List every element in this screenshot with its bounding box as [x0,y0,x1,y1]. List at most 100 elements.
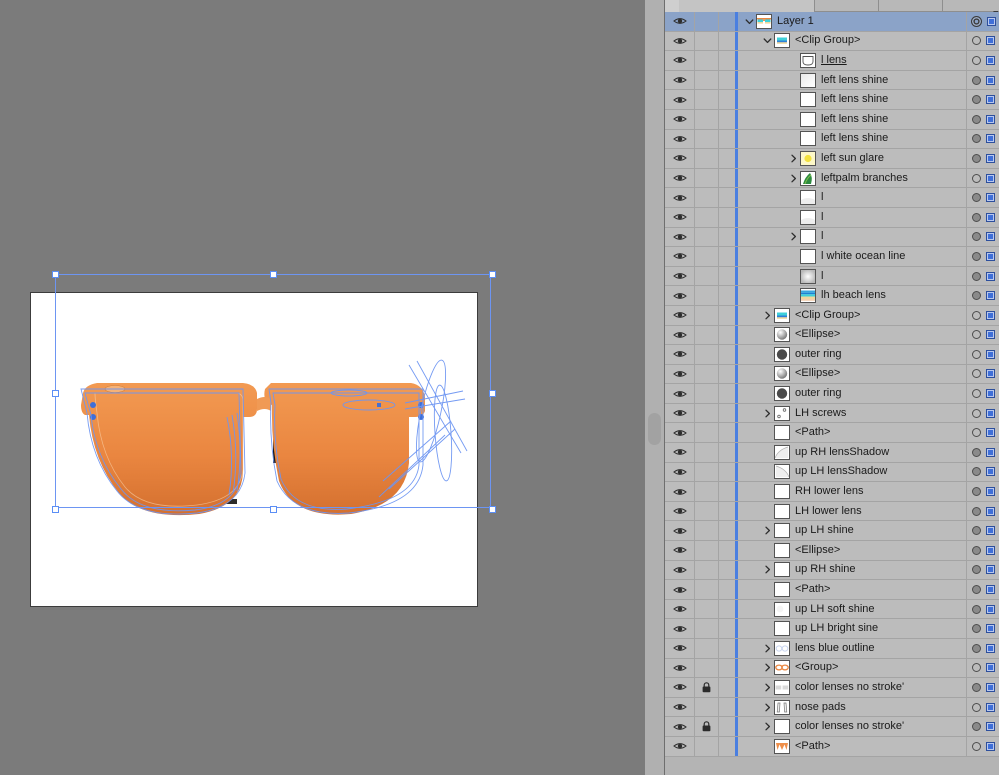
chevron-right-icon[interactable] [760,311,774,320]
layer-row[interactable]: left lens shine [665,109,999,130]
layer-name[interactable]: left lens shine [821,74,888,86]
target-indicator[interactable] [972,702,981,712]
layer-name[interactable]: l lens [821,54,847,66]
layer-row-content[interactable]: <Group> [719,658,966,678]
target-indicator[interactable] [972,643,981,653]
layer-row-indicators[interactable] [966,443,999,462]
selection-square-icon[interactable] [986,55,995,65]
visibility-toggle[interactable] [665,521,695,541]
layer-row-indicators[interactable] [966,599,999,619]
layer-name[interactable]: l [821,270,823,282]
layer-row[interactable]: outer ring [665,345,999,365]
selection-square-icon[interactable] [986,506,995,516]
lock-toggle[interactable] [695,325,719,345]
layer-row[interactable]: l [665,227,999,248]
target-indicator[interactable] [972,604,981,614]
visibility-toggle[interactable] [665,31,695,51]
selection-square-icon[interactable] [986,447,995,457]
layer-name[interactable]: <Path> [795,740,830,752]
tab-secondary-1[interactable] [815,0,879,12]
target-indicator[interactable] [972,75,981,85]
selection-square-icon[interactable] [986,487,995,497]
selection-square-icon[interactable] [986,624,995,634]
visibility-toggle[interactable] [665,364,695,384]
selection-square-icon[interactable] [986,212,995,222]
selection-square-icon[interactable] [986,389,995,399]
lock-toggle[interactable] [695,247,719,266]
target-indicator[interactable] [972,251,981,261]
selection-square-icon[interactable] [986,702,995,712]
selection-handle-top-right[interactable] [489,271,496,278]
layer-row-content[interactable]: up LH lensShadow [719,462,966,482]
lock-toggle[interactable] [695,51,719,70]
layer-thumbnail[interactable] [774,366,790,382]
layer-row-indicators[interactable] [966,541,999,560]
layer-row-indicators[interactable] [966,109,999,129]
layer-name[interactable]: l [821,231,823,242]
visibility-toggle[interactable] [665,305,695,325]
layer-name[interactable]: Layer 1 [777,15,814,27]
target-indicator[interactable] [972,565,981,575]
lock-toggle[interactable] [695,482,719,501]
chevron-down-icon[interactable] [760,36,774,45]
layer-name[interactable]: left lens shine [821,133,888,144]
target-indicator[interactable] [972,682,981,692]
selection-square-icon[interactable] [986,310,995,320]
target-indicator[interactable] [972,428,981,438]
layer-thumbnail[interactable] [774,640,790,656]
layer-row[interactable]: <Ellipse> [665,541,999,561]
layer-row-indicators[interactable] [966,639,999,658]
layer-row-content[interactable]: outer ring [719,345,966,364]
layer-row-indicators[interactable] [966,384,999,403]
target-indicator[interactable] [972,506,981,516]
layer-row-indicators[interactable] [966,521,999,541]
layer-name[interactable]: up LH shine [795,525,854,536]
layer-row-content[interactable]: l lens [719,51,966,70]
target-indicator[interactable] [972,526,981,536]
layer-row-indicators[interactable] [966,325,999,345]
layer-row-content[interactable]: <Ellipse> [719,364,966,384]
lock-toggle[interactable] [695,736,719,756]
lock-toggle[interactable] [695,580,719,599]
lock-toggle[interactable] [695,599,719,619]
lock-toggle[interactable] [695,70,719,90]
layer-row[interactable]: <Ellipse> [665,364,999,385]
layer-row[interactable]: left lens shine [665,70,999,91]
selection-square-icon[interactable] [986,114,995,124]
layer-thumbnail[interactable] [774,699,790,715]
selection-square-icon[interactable] [987,16,996,26]
lock-toggle[interactable] [695,678,719,697]
layer-name[interactable]: lens blue outline [795,642,875,654]
layer-thumbnail[interactable] [774,679,790,695]
visibility-toggle[interactable] [665,678,695,697]
layer-row[interactable]: outer ring [665,384,999,404]
layer-thumbnail[interactable] [800,229,816,245]
layer-thumbnail[interactable] [774,327,790,343]
visibility-toggle[interactable] [665,462,695,482]
layer-name[interactable]: <Ellipse> [795,329,840,340]
layer-name[interactable]: left lens shine [821,113,888,125]
selection-square-icon[interactable] [986,134,995,144]
layer-thumbnail[interactable] [800,92,816,108]
layer-row-indicators[interactable] [966,207,999,227]
visibility-toggle[interactable] [665,12,695,31]
layer-row-indicators[interactable] [966,697,999,717]
layer-row[interactable]: l [665,188,999,208]
layer-row-indicators[interactable] [966,364,999,384]
target-indicator[interactable] [972,369,981,379]
target-indicator[interactable] [972,545,981,555]
layer-row[interactable]: <Path> [665,423,999,444]
layer-row-content[interactable]: l [719,266,966,286]
layer-row-indicators[interactable] [966,580,999,599]
layer-row-indicators[interactable] [966,227,999,247]
selection-square-icon[interactable] [986,95,995,105]
layer-row[interactable]: up LH lensShadow [665,462,999,483]
layer-row-content[interactable]: <Ellipse> [719,325,966,345]
layer-name[interactable]: l white ocean line [821,250,905,262]
layer-thumbnail[interactable] [774,719,790,735]
layer-name[interactable]: LH lower lens [795,505,862,517]
visibility-toggle[interactable] [665,619,695,638]
lock-toggle[interactable] [695,188,719,207]
layer-row-indicators[interactable] [966,70,999,90]
lock-toggle[interactable] [695,619,719,638]
